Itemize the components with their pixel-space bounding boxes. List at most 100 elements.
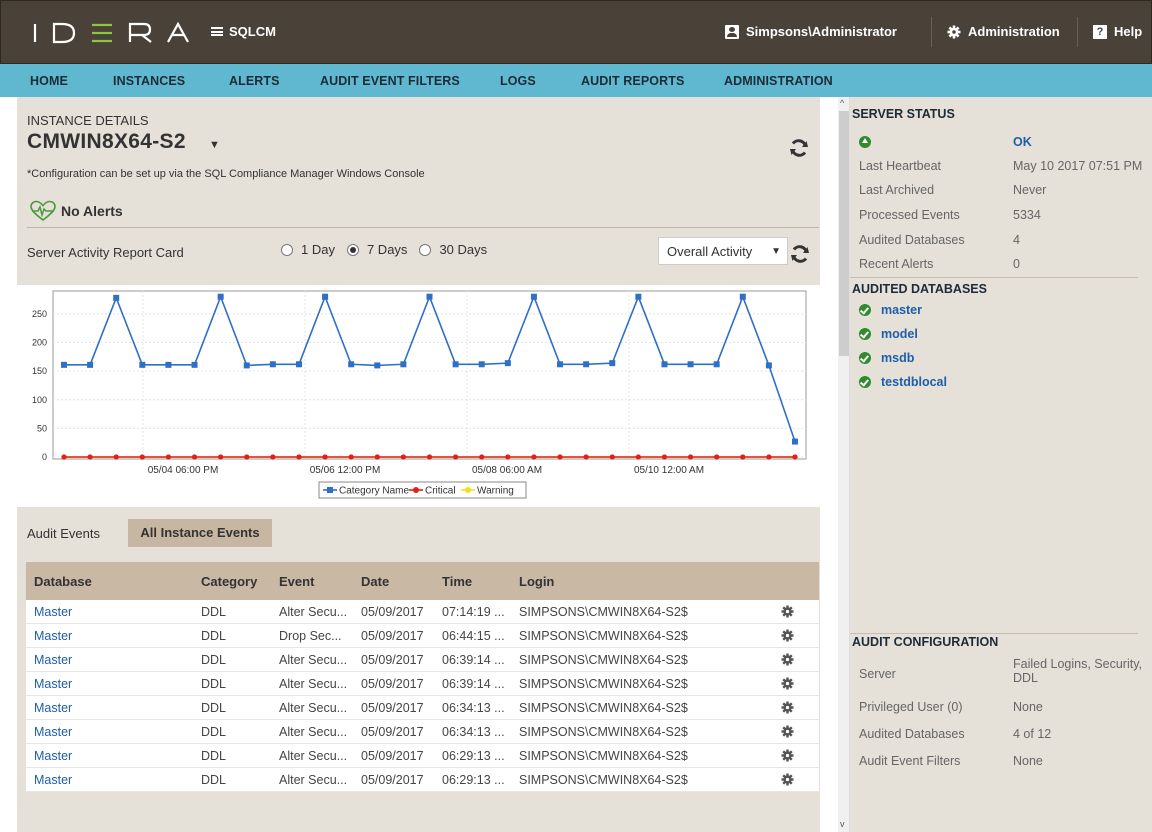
nav-instances[interactable]: INSTANCES: [113, 74, 185, 88]
column-event[interactable]: Event: [279, 574, 314, 589]
row-settings-gear-icon[interactable]: [781, 773, 794, 786]
row-settings-gear-icon[interactable]: [781, 725, 794, 738]
tab-all-instance-events[interactable]: All Instance Events: [128, 519, 272, 547]
data-point: [766, 454, 772, 460]
table-row[interactable]: Master DDL Alter Secu... 05/09/2017 06:34:13…: [26, 696, 819, 720]
data-point: [270, 454, 276, 460]
nav-home[interactable]: HOME: [30, 74, 68, 88]
tab-audit-events[interactable]: Audit Events: [27, 526, 100, 541]
table-row[interactable]: Master DDL Alter Secu... 05/09/2017 06:39:14…: [26, 648, 819, 672]
help-link[interactable]: ? Help: [1093, 24, 1142, 39]
row-settings-gear-icon[interactable]: [781, 629, 794, 642]
activity-select[interactable]: Overall Activity ▼: [658, 237, 788, 265]
server-status-title: SERVER STATUS: [852, 107, 955, 121]
time-range-selector: 1 Day 7 Days 30 Days: [281, 242, 499, 257]
row-settings-gear-icon[interactable]: [781, 749, 794, 762]
data-point: [400, 361, 407, 368]
user-name: Simpsons\Administrator: [746, 24, 897, 39]
data-point: [609, 360, 616, 367]
data-point: [243, 362, 250, 369]
cell-database[interactable]: Master: [34, 725, 72, 739]
data-point: [165, 454, 172, 460]
row-settings-gear-icon[interactable]: [781, 701, 794, 714]
cell-database[interactable]: Master: [34, 605, 72, 619]
column-category[interactable]: Category: [201, 574, 257, 589]
column-date[interactable]: Date: [361, 574, 389, 589]
cell-database[interactable]: Master: [34, 629, 72, 643]
data-point: [374, 362, 381, 369]
chart-refresh-icon[interactable]: [790, 244, 810, 267]
data-point: [426, 293, 433, 300]
column-login[interactable]: Login: [519, 574, 554, 589]
y-tick-label: 200: [32, 338, 47, 348]
cell-event: Alter Secu...: [279, 701, 348, 715]
sqlcm-menu[interactable]: SQLCM: [211, 24, 276, 39]
data-point: [609, 454, 615, 460]
cell-database[interactable]: Master: [34, 677, 72, 691]
last-heartbeat-label: Last Heartbeat: [859, 159, 941, 173]
database-link-msdb[interactable]: msdb: [859, 351, 914, 365]
row-settings-gear-icon[interactable]: [781, 653, 794, 666]
cell-login: SIMPSONS\CMWIN8X64-S2$: [519, 629, 688, 643]
table-row[interactable]: Master DDL Drop Sec... 05/09/2017 06:44:15 .…: [26, 624, 819, 648]
cell-category: DDL: [201, 629, 227, 643]
legend-marker: [413, 487, 419, 493]
cell-event: Alter Secu...: [279, 749, 348, 763]
privileged-user-label: Privileged User (0): [859, 700, 963, 714]
table-row[interactable]: Master DDL Alter Secu... 05/09/2017 06:39:14…: [26, 672, 819, 696]
scroll-up-icon[interactable]: ^: [840, 98, 844, 108]
instance-details-label: INSTANCE DETAILS: [27, 113, 149, 128]
x-tick-label: 05/08 06:00 AM: [472, 465, 542, 476]
scroll-thumb[interactable]: [839, 111, 849, 356]
radio-7-days-label: 7 Days: [366, 242, 408, 257]
database-link-model[interactable]: model: [859, 327, 918, 341]
table-row[interactable]: Master DDL Alter Secu... 05/09/2017 07:14:19…: [26, 600, 819, 624]
database-link-testdblocal[interactable]: testdblocal: [859, 375, 947, 389]
status-up-icon: [859, 136, 871, 148]
nav-audit-event-filters[interactable]: AUDIT EVENT FILTERS: [320, 74, 460, 88]
cell-database[interactable]: Master: [34, 749, 72, 763]
radio-30-days[interactable]: [419, 243, 432, 256]
server-status-panel: ^ v SERVER STATUS OK Last Heartbeat May …: [838, 97, 1152, 832]
table-row[interactable]: Master DDL Alter Secu... 05/09/2017 06:34:13…: [26, 720, 819, 744]
refresh-icon[interactable]: [789, 138, 809, 161]
database-link-master[interactable]: master: [859, 303, 922, 317]
alerts-label: No Alerts: [61, 203, 123, 219]
cell-database[interactable]: Master: [34, 653, 72, 667]
radio-7-days[interactable]: [346, 243, 359, 256]
idera-logo[interactable]: [32, 18, 190, 48]
data-point: [61, 454, 67, 460]
cell-category: DDL: [201, 677, 227, 691]
scroll-down-icon[interactable]: v: [840, 819, 845, 829]
data-point: [191, 454, 198, 460]
nav-audit-reports[interactable]: AUDIT REPORTS: [581, 74, 684, 88]
recent-alerts-label: Recent Alerts: [859, 257, 934, 271]
cell-database[interactable]: Master: [34, 701, 72, 715]
cell-date: 05/09/2017: [361, 605, 424, 619]
table-row[interactable]: Master DDL Alter Secu... 05/09/2017 06:29:13…: [26, 768, 819, 792]
administration-link[interactable]: Administration: [947, 24, 1060, 39]
data-point: [557, 454, 563, 460]
nav-administration[interactable]: ADMINISTRATION: [724, 74, 833, 88]
radio-1-day[interactable]: [281, 243, 293, 256]
scrollbar[interactable]: ^ v: [838, 97, 850, 832]
data-point: [165, 361, 172, 368]
data-point: [714, 454, 720, 460]
data-point: [504, 360, 511, 367]
nav-logs[interactable]: LOGS: [500, 74, 536, 88]
data-point: [739, 293, 746, 300]
user-menu[interactable]: Simpsons\Administrator: [725, 24, 897, 39]
audited-databases-value: 4: [1013, 233, 1020, 247]
cell-database[interactable]: Master: [34, 773, 72, 787]
table-row[interactable]: Master DDL Alter Secu... 05/09/2017 06:29:13…: [26, 744, 819, 768]
column-time[interactable]: Time: [442, 574, 472, 589]
row-settings-gear-icon[interactable]: [781, 677, 794, 690]
row-settings-gear-icon[interactable]: [781, 605, 794, 618]
table-body: Master DDL Alter Secu... 05/09/2017 07:14:19…: [26, 600, 819, 792]
x-tick-label: 05/06 12:00 PM: [310, 465, 381, 476]
check-circle-icon: [859, 328, 871, 340]
column-database[interactable]: Database: [34, 574, 92, 589]
instance-dropdown-icon[interactable]: ▼: [209, 139, 220, 151]
data-point: [87, 361, 94, 368]
nav-alerts[interactable]: ALERTS: [229, 74, 280, 88]
